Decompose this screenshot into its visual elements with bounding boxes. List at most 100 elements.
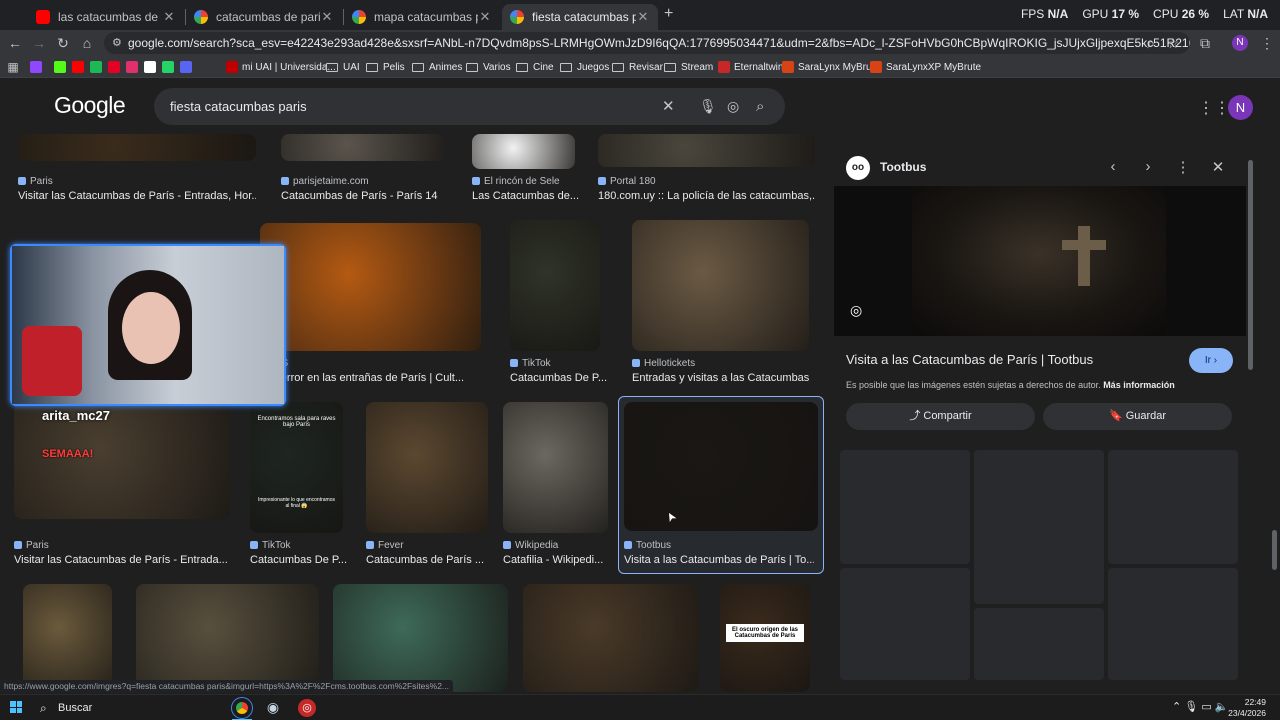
close-tab-icon[interactable]: ✕ (478, 9, 492, 25)
steam-icon[interactable]: ◉ (264, 699, 282, 717)
result-source[interactable]: Tootbus (624, 540, 671, 551)
result-caption[interactable]: 180.com.uy :: La policía de las catacumb… (598, 190, 815, 202)
forward-icon[interactable]: → (30, 34, 48, 52)
result-thumbnail[interactable] (598, 134, 815, 167)
bookmark-item[interactable] (144, 59, 160, 75)
clear-icon[interactable]: ✕ (662, 88, 675, 125)
result-caption[interactable]: Las Catacumbas de... (472, 190, 579, 202)
bookmark-item[interactable]: Stream (664, 59, 713, 75)
profile-icon[interactable]: N (1232, 35, 1248, 51)
bookmark-item[interactable]: mi UAI | Universida... (226, 59, 336, 75)
share-button[interactable]: ⤴ Compartir (846, 403, 1035, 430)
result-thumbnail[interactable] (624, 402, 818, 531)
preview-title[interactable]: Visita a las Catacumbas de París | Tootb… (846, 352, 1093, 367)
apps-grid-icon[interactable]: ▦ (4, 58, 22, 76)
bookmark-item[interactable]: SaraLynx MyBrute (782, 59, 880, 75)
result-thumbnail[interactable] (503, 402, 608, 533)
result-source[interactable]: TikTok (510, 358, 551, 369)
bookmark-item[interactable] (180, 59, 196, 75)
result-thumbnail[interactable] (366, 402, 488, 533)
bookmark-item[interactable]: Cine (516, 59, 554, 75)
result-thumbnail[interactable] (510, 220, 600, 351)
bookmark-item[interactable]: SaraLynxXP MyBrute (870, 59, 981, 75)
result-source[interactable]: Paris (18, 176, 53, 187)
tab-search-fiesta[interactable]: fiesta catacumbas paris - Busca ✕ (502, 4, 658, 30)
close-tab-icon[interactable]: ✕ (636, 9, 650, 25)
result-thumbnail[interactable] (136, 584, 319, 692)
new-tab-button[interactable]: + (664, 5, 673, 23)
bookmark-item[interactable]: Pelis (366, 59, 405, 75)
bookmark-item[interactable] (72, 59, 88, 75)
menu-icon[interactable]: ⋮ (1258, 34, 1276, 52)
tab-youtube[interactable]: las catacumbas de paris - YouTu ✕ (28, 4, 184, 30)
bookmark-item[interactable] (162, 59, 178, 75)
result-thumbnail[interactable] (260, 223, 481, 351)
result-caption[interactable]: Catafilia - Wikipedi... (503, 554, 603, 566)
bookmark-item[interactable]: Revisar (612, 59, 663, 75)
address-bar[interactable]: ⚙ google.com/search?sca_esv=e42243e293ad… (104, 32, 1190, 54)
taskbar-search[interactable]: ⌕ Buscar (34, 699, 220, 717)
result-source[interactable]: Portal 180 (598, 176, 656, 187)
result-caption[interactable]: Catacumbas de París ... (366, 554, 484, 566)
windows-start-icon[interactable] (10, 701, 22, 713)
result-caption[interactable]: Catacumbas De P... (250, 554, 347, 566)
result-source[interactable]: Paris (14, 540, 49, 551)
clock[interactable]: 22:49 23/4/2026 (1228, 697, 1266, 719)
result-caption[interactable]: Entradas y visitas a las Catacumbas ... (632, 372, 809, 384)
result-caption[interactable]: Visita a las Catacumbas de París | To... (624, 554, 814, 566)
result-caption[interactable]: Visitar las Catacumbas de París - Entrad… (18, 190, 256, 202)
result-caption[interactable]: Visitar las Catacumbas de París - Entrad… (14, 554, 228, 566)
preview-image[interactable]: ◎ (834, 186, 1246, 336)
microphone-icon[interactable]: 🎙 (1184, 701, 1198, 713)
bookmark-item[interactable] (108, 59, 124, 75)
back-icon[interactable]: ← (6, 34, 24, 52)
result-thumbnail[interactable] (632, 220, 809, 351)
recording-app-icon[interactable]: ◎ (298, 699, 316, 717)
result-source[interactable]: TikTok (250, 540, 291, 551)
result-thumbnail[interactable] (23, 584, 112, 692)
go-button[interactable]: Ir › (1189, 348, 1233, 373)
bookmark-item[interactable]: Eternaltwin (718, 59, 783, 75)
chevron-up-icon[interactable]: ⌃ (1172, 701, 1181, 713)
bookmark-item[interactable]: Juegos (560, 59, 609, 75)
bookmark-item[interactable]: UAI (326, 59, 360, 75)
bookmark-star-icon[interactable]: ☆ (1164, 34, 1182, 52)
save-button[interactable]: 🔖 Guardar (1043, 403, 1232, 430)
result-thumbnail[interactable] (523, 584, 699, 692)
result-thumbnail[interactable] (18, 134, 256, 161)
google-logo[interactable]: Google (54, 92, 126, 119)
network-icon[interactable]: ▭ (1201, 701, 1211, 713)
tab-search-catacumbas[interactable]: catacumbas de paris - Buscar c ✕ (186, 4, 342, 30)
bookmark-item[interactable] (126, 59, 142, 75)
lens-icon[interactable]: ◎ (727, 88, 739, 125)
bookmark-item[interactable]: Varios (466, 59, 511, 75)
result-source[interactable]: parisjetaime.com (281, 176, 369, 187)
result-source[interactable]: Wikipedia (503, 540, 558, 551)
bookmark-item[interactable] (30, 59, 46, 75)
chrome-taskbar-icon[interactable] (231, 697, 253, 719)
bookmark-item[interactable] (54, 59, 70, 75)
more-info-link[interactable]: Más información (1103, 380, 1175, 390)
panel-site-name[interactable]: Tootbus (880, 160, 926, 174)
reload-icon[interactable]: ↻ (54, 34, 72, 52)
previous-icon[interactable]: ‹ (1103, 158, 1123, 175)
microphone-icon[interactable]: 🎙 (699, 88, 717, 125)
avatar[interactable]: N (1228, 95, 1253, 120)
search-icon[interactable]: ⌕ (756, 88, 764, 125)
result-caption[interactable]: Catacumbas de París - París 14 (281, 190, 438, 202)
lens-search-icon[interactable]: ◎ (850, 302, 862, 319)
system-tray[interactable]: ⌃ 🎙 ▭ 🔈 (1172, 700, 1228, 713)
home-icon[interactable]: ⌂ (78, 34, 96, 52)
more-options-icon[interactable]: ⋮ (1173, 158, 1193, 176)
bookmark-item[interactable] (90, 59, 106, 75)
result-thumbnail[interactable] (281, 134, 446, 161)
result-thumbnail[interactable] (333, 584, 508, 692)
result-caption[interactable]: del terror en las entrañas de París | Cu… (260, 372, 464, 384)
close-tab-icon[interactable]: ✕ (162, 9, 176, 25)
zoom-icon[interactable]: ⌕ (1142, 34, 1160, 52)
page-scrollbar[interactable] (1272, 530, 1277, 570)
result-source[interactable]: El rincón de Sele (472, 176, 560, 187)
volume-icon[interactable]: 🔈 (1215, 701, 1229, 713)
result-caption[interactable]: Catacumbas De P... (510, 372, 607, 384)
result-thumbnail[interactable] (472, 134, 575, 169)
